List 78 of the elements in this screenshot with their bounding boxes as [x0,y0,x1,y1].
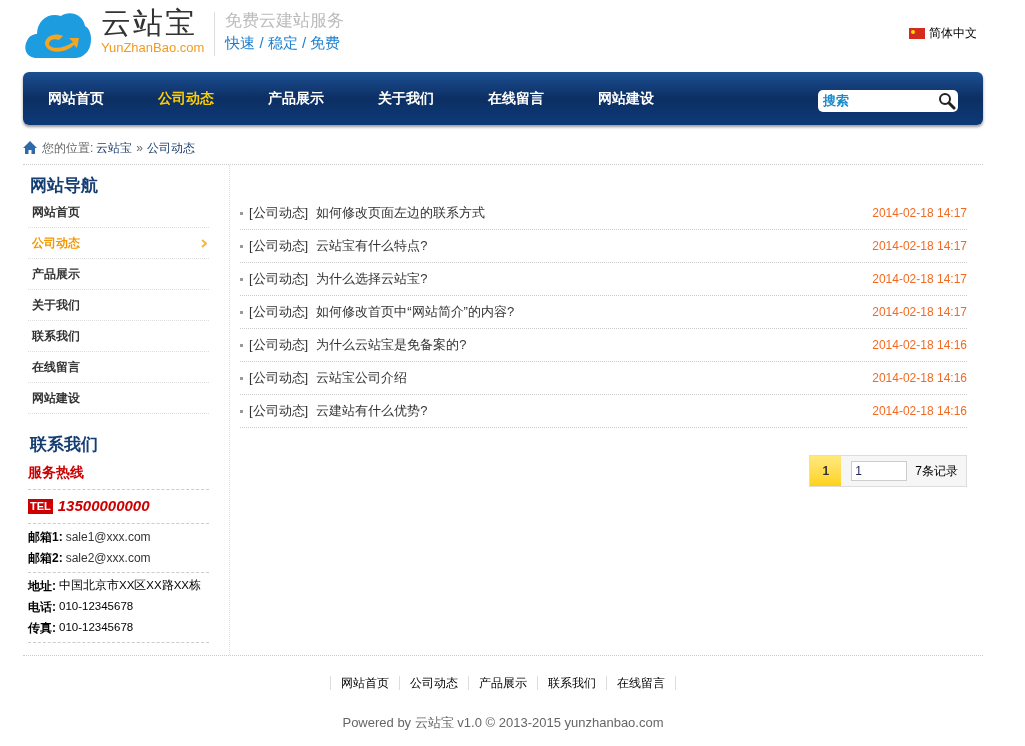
flag-icon [909,27,925,39]
search-field[interactable]: 搜索 [818,89,958,112]
footer-link[interactable]: 产品展示 [469,676,537,690]
home-icon [23,141,37,154]
nav-item[interactable]: 在线留言 [488,88,598,109]
article-date: 2014-02-18 14:17 [872,304,967,321]
hotline-number: 13500000000 [57,496,150,516]
footer-link[interactable]: 公司动态 [400,676,468,690]
bullet-icon [240,211,243,215]
article-date: 2014-02-18 14:17 [872,205,967,222]
sidebar-item[interactable]: 产品展示 [28,259,209,290]
article-category[interactable]: [公司动态] [249,203,309,223]
email-value: sale1@xxx.com [65,529,151,546]
sidebar-item[interactable]: 网站首页 [28,197,209,228]
article-title[interactable]: 云站宝公司介绍 [316,368,408,388]
contact-label: 传真: [28,620,56,637]
logo-domain: YunZhanBao.com [101,40,205,56]
contact-value: 010-12345678 [59,599,134,615]
breadcrumb-link[interactable]: 云站宝 [96,138,133,157]
bullet-icon [240,409,243,413]
nav-item[interactable]: 网站建设 [598,88,708,109]
article-category[interactable]: [公司动态] [249,302,309,322]
nav-item[interactable]: 产品展示 [268,88,378,109]
nav-item[interactable]: 公司动态 [158,88,268,109]
email-value: sale2@xxx.com [65,550,151,567]
search-icon[interactable] [938,91,956,110]
bullet-icon [240,343,243,347]
bullet-icon [240,376,243,380]
copyright-text: Powered by 云站宝 v1.0 © 2013-2015 yunzhanbao.com [342,714,664,732]
language-link[interactable]: 简体中文 [929,24,977,42]
article-title[interactable]: 如何修改页面左边的联系方式 [316,203,486,223]
article-title[interactable]: 为什么云站宝是免备案的? [316,335,467,355]
sidebar-title: 网站导航 [29,175,99,197]
contact-title: 联系我们 [28,434,99,456]
article-title[interactable]: 为什么选择云站宝? [316,269,428,289]
email-label: 邮箱1: [28,529,63,546]
sidebar-item[interactable]: 网站建设 [28,383,209,414]
article-title[interactable]: 云建站有什么优势? [316,401,428,421]
nav-item[interactable]: 网站首页 [48,88,158,109]
footer-link[interactable]: 联系我们 [538,676,606,690]
article-date: 2014-02-18 14:16 [872,370,967,387]
breadcrumb-label: 您的位置: [42,139,94,157]
contact-value: 010-12345678 [59,620,134,636]
tel-badge: TEL [28,498,53,514]
contact-label: 电话: [28,599,56,616]
contact-value: 中国北京市XX区XX路XX栋 [59,578,202,594]
article-category[interactable]: [公司动态] [249,236,309,256]
article-date: 2014-02-18 14:17 [872,271,967,288]
article-category[interactable]: [公司动态] [249,401,309,421]
article-date: 2014-02-18 14:16 [872,337,967,354]
breadcrumb-separator: » [136,139,144,157]
sidebar-item[interactable]: 关于我们 [28,290,209,321]
bullet-icon [240,244,243,248]
logo-wordmark: 云站宝 [101,6,198,40]
email-label: 邮箱2: [28,550,63,567]
record-count: 7条记录 [915,463,958,480]
service-slogan: 免费云建站服务 [225,10,345,32]
contact-label: 地址: [28,578,56,595]
article-title[interactable]: 云站宝有什么特点? [316,236,428,256]
sidebar-item[interactable]: 联系我们 [28,321,209,352]
tagline: 快速 / 稳定 / 免费 [225,33,342,53]
hotline-title: 服务热线 [28,462,209,490]
sidebar-item[interactable]: 在线留言 [28,352,209,383]
article-date: 2014-02-18 14:16 [872,403,967,420]
article-category[interactable]: [公司动态] [249,335,309,355]
breadcrumb-link[interactable]: 公司动态 [147,138,196,157]
footer-link[interactable]: 网站首页 [331,676,399,690]
article-category[interactable]: [公司动态] [249,269,309,289]
footer-link[interactable]: 在线留言 [607,676,675,690]
article-title[interactable]: 如何修改首页中“网站简介”的内容? [316,302,515,322]
bullet-icon [240,310,243,314]
article-date: 2014-02-18 14:17 [872,238,967,255]
page-input[interactable]: 1 [851,461,908,481]
article-category[interactable]: [公司动态] [249,368,309,388]
page-number[interactable]: 1 [810,456,842,486]
bullet-icon [240,277,243,281]
nav-item[interactable]: 关于我们 [378,88,488,109]
chevron-right-icon [201,238,207,248]
